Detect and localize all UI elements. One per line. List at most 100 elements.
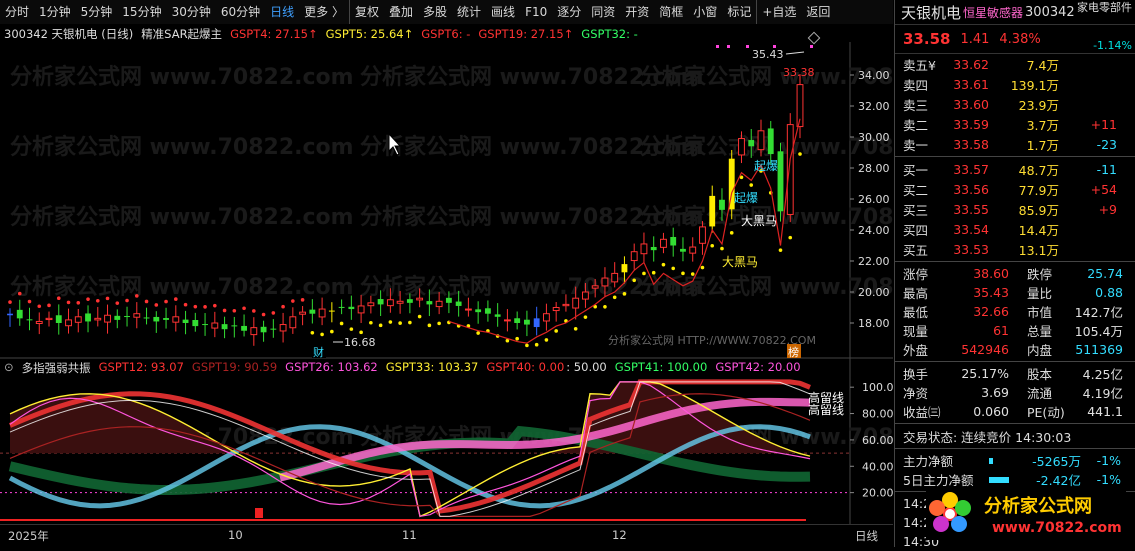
toolbar-item-6[interactable]: 日线 <box>265 0 299 24</box>
sar-dot <box>651 270 656 275</box>
sar-dot <box>544 338 549 342</box>
g41-label: GSPT41: 100.00 <box>614 360 708 374</box>
toolbar-item-12[interactable]: 画线 <box>486 0 520 24</box>
signal-marker <box>716 45 719 48</box>
sar-dot <box>573 326 578 331</box>
ask-price: 33.61 <box>953 76 989 92</box>
candle-body <box>738 138 745 156</box>
candle-body <box>670 236 677 246</box>
g40-label: GSPT40: 0.00 <box>486 360 565 374</box>
stat-row: 换手 25.17% 股本 4.25亿 <box>895 364 1135 383</box>
bid-volume: 85.9万 <box>1018 202 1059 218</box>
sar-dot <box>300 298 305 302</box>
sar-dot <box>788 235 793 240</box>
chart-area[interactable]: 分析家公式网 www.70822.com 分析家公式网 www.70822.com… <box>0 24 893 524</box>
toolbar-item-7[interactable]: 更多 〉 <box>299 0 349 24</box>
bid-row[interactable]: 买四 33.54 14.4万 <box>895 219 1135 239</box>
sar-dot <box>17 291 22 296</box>
sar-dot <box>47 303 51 308</box>
toolbar-item-10[interactable]: 多股 <box>418 0 452 24</box>
sar-dot <box>320 332 324 337</box>
stats-block-2: 换手 25.17% 股本 4.25亿 净资 3.69 流通 4.19亿 收益㈢ 0.060 PE(动… <box>895 364 1135 421</box>
ask-price: 33.58 <box>953 136 989 152</box>
bid-row[interactable]: 买二 33.56 77.9万 +54 <box>895 179 1135 199</box>
bid-row[interactable]: 买三 33.55 85.9万 +9 <box>895 199 1135 219</box>
bid-row[interactable]: 买一 33.57 48.7万 -11 <box>895 159 1135 179</box>
concept-tag[interactable]: 恒星敏感器 <box>963 4 1023 21</box>
sub-y-tick-label: 40.00 <box>862 460 893 473</box>
sar-dot <box>388 320 393 324</box>
toolbar-item-2[interactable]: 5分钟 <box>76 0 118 24</box>
ask-row[interactable]: 卖二 33.59 3.7万 +11 <box>895 114 1135 134</box>
toolbar-item-18[interactable]: 小窗 <box>688 0 722 24</box>
toolbar-item-1[interactable]: 1分钟 <box>34 0 76 24</box>
toolbar-item-9[interactable]: 叠加 <box>384 0 418 24</box>
g12-label: GSPT12: 93.07 <box>98 360 184 374</box>
stat-value-2: 441.1 <box>1087 404 1123 419</box>
toolbar-item-20[interactable]: +自选 <box>756 0 801 24</box>
qibao-label-1: 起爆 <box>754 159 778 173</box>
toolbar-item-21[interactable]: 返回 <box>801 0 835 24</box>
ask-row[interactable]: 卖四 33.61 139.1万 <box>895 74 1135 94</box>
candle-body <box>133 313 141 318</box>
candle-body <box>445 297 452 303</box>
toolbar-item-13[interactable]: F10 <box>520 0 552 24</box>
candle-body <box>523 319 530 325</box>
candle-body <box>318 308 326 318</box>
sar-dot <box>271 311 276 315</box>
sar-dot <box>291 299 295 303</box>
toolbar-item-5[interactable]: 60分钟 <box>216 0 265 24</box>
industry-box[interactable]: 家电零部件 <box>1077 2 1132 13</box>
g40b-label: : 50.00 <box>566 360 607 374</box>
trade-state: 交易状态: 连续竞价 14:30:03 <box>903 429 1072 445</box>
bid-delta: -11 <box>1096 161 1117 177</box>
candle-body <box>182 319 189 323</box>
toolbar-item-14[interactable]: 逐分 <box>552 0 586 24</box>
stat-key-2: 量比 <box>1027 286 1053 301</box>
candle-body <box>279 324 287 332</box>
candle-body <box>45 317 53 321</box>
price-line: 33.58 1.41 4.38% -1.14% <box>895 25 1135 54</box>
toolbar-item-4[interactable]: 30分钟 <box>167 0 216 24</box>
toolbar-item-11[interactable]: 统计 <box>452 0 486 24</box>
sub-indicator-name[interactable]: 多指强弱共振 <box>22 360 91 376</box>
stat-key: 涨停 <box>903 267 929 282</box>
bg-watermark: 分析家公式网 www.70822.com <box>10 64 354 90</box>
indicator-label[interactable]: 精准SAR起爆主 <box>141 26 222 42</box>
stat-value: 3.69 <box>981 385 1009 400</box>
toolbar-item-8[interactable]: 复权 <box>348 0 384 24</box>
toolbar-item-19[interactable]: 标记 <box>722 0 756 24</box>
ask-row[interactable]: 卖五¥ 33.62 7.4万 <box>895 54 1135 74</box>
y-tick-label: 24.00 <box>858 224 890 237</box>
stat-key: 净资 <box>903 386 929 401</box>
period-label[interactable]: 日线 <box>855 528 878 544</box>
ask-row[interactable]: 卖三 33.60 23.9万 <box>895 94 1135 114</box>
toolbar-item-3[interactable]: 15分钟 <box>117 0 166 24</box>
bang-label: 榜 <box>788 345 799 359</box>
sar-dot <box>203 305 207 309</box>
toolbar-item-0[interactable]: 分时 <box>0 0 34 24</box>
ask-row[interactable]: 卖一 33.58 1.7万 -23 <box>895 134 1135 154</box>
sub-chart-title: ⊙ 多指强弱共振 GSPT12: 93.07 GSPT19: 90.59 GSP… <box>4 360 809 376</box>
candle-body <box>377 299 384 305</box>
toolbar-item-15[interactable]: 同资 <box>586 0 620 24</box>
ask-label: 卖三 <box>903 97 929 113</box>
candle-body <box>572 297 580 309</box>
y-tick-label: 32.00 <box>858 100 890 113</box>
sar-dot <box>661 262 666 267</box>
sub-settings-icon[interactable]: ⊙ <box>4 360 14 376</box>
site-watermark: 分析家公式网 HTTP://WWW.70822.COM <box>608 333 816 347</box>
bid-row[interactable]: 买五 33.53 13.1万 <box>895 239 1135 259</box>
candle-body <box>338 306 345 308</box>
candle-body <box>435 300 443 308</box>
bid-book: 买一 33.57 48.7万 -11 买二 33.56 77.9万 +54 买三 33.55 85.… <box>895 159 1135 259</box>
flow-value: -2.42亿 <box>1036 473 1081 488</box>
y-tick-label: 30.00 <box>858 131 890 144</box>
sar-dot <box>125 298 129 303</box>
sar-dot <box>174 297 178 301</box>
toolbar-item-17[interactable]: 简框 <box>654 0 688 24</box>
stat-key: 最高 <box>903 286 929 301</box>
stat-row: 外盘 542946 内盘 511369 <box>895 340 1135 359</box>
candle-body <box>328 310 335 312</box>
toolbar-item-16[interactable]: 开资 <box>620 0 654 24</box>
